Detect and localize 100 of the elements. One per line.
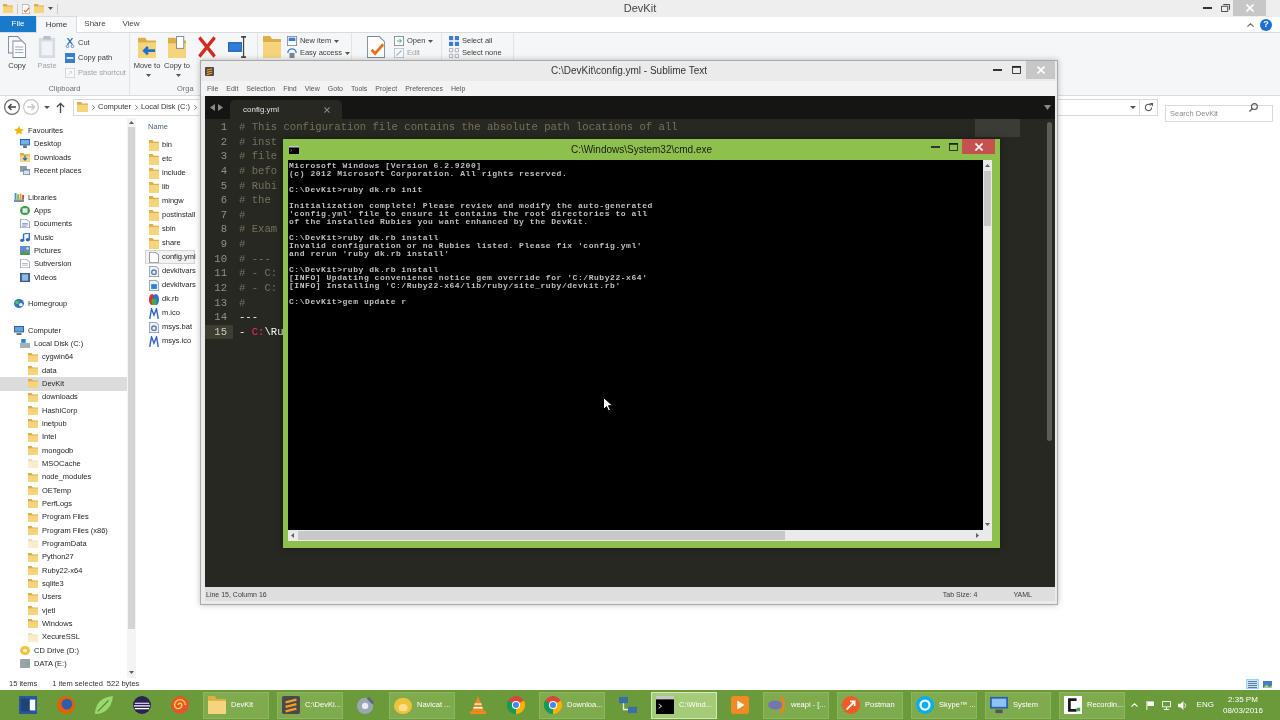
chevron-up-icon[interactable] — [1247, 22, 1254, 27]
code-line: # Exam — [239, 222, 278, 237]
oval-emblem-icon — [768, 696, 786, 714]
refresh-button[interactable] — [1140, 98, 1158, 116]
console-line: 'config.yml' file to ensure it contains the root directories to all — [289, 210, 648, 218]
minimize-icon[interactable] — [992, 69, 1002, 71]
delete-icon[interactable] — [198, 36, 216, 58]
up-arrow-icon[interactable] — [56, 101, 65, 113]
traffic-cone-icon — [469, 696, 487, 714]
spiral-icon — [171, 696, 189, 714]
caret-down-icon[interactable] — [44, 105, 50, 109]
scrollbar-thumb[interactable] — [298, 531, 785, 540]
close-icon[interactable] — [324, 106, 330, 113]
terminal-icon — [289, 145, 299, 154]
chevron-right-icon[interactable] — [194, 104, 198, 110]
scroll-right-icon[interactable] — [976, 533, 979, 538]
minimize-icon[interactable] — [930, 145, 940, 148]
clipboard-icon — [38, 36, 56, 58]
star-icon — [14, 126, 24, 136]
stripes-tile-icon — [282, 696, 300, 714]
scroll-up-icon[interactable] — [129, 121, 134, 124]
code-line: # — [239, 207, 246, 223]
maximize-icon[interactable] — [1012, 66, 1021, 74]
picture-icon — [20, 246, 30, 256]
rename-field-icon[interactable] — [228, 36, 246, 58]
triangle-down-icon[interactable] — [1044, 105, 1051, 110]
zigzag-logo-icon — [149, 307, 159, 319]
console-line: [INFO] Installing 'C:/Ruby22-x64/lib/ruby/site_ruby/devkit.rb' — [289, 282, 621, 290]
monitor-icon — [990, 696, 1008, 714]
view-button[interactable] — [1246, 679, 1259, 689]
ribbon-tab[interactable]: View — [113, 16, 149, 32]
caret-down-icon[interactable] — [48, 7, 53, 10]
code-line: # - C: — [239, 266, 278, 281]
scrollbar-thumb[interactable] — [128, 127, 135, 629]
folder-icon — [149, 139, 159, 151]
line-number: 7 — [219, 207, 228, 223]
folder-icon — [149, 195, 159, 207]
scroll-down-icon[interactable] — [129, 671, 134, 674]
drive-icon — [20, 659, 30, 669]
network-computers-icon — [619, 696, 637, 714]
folder-icon — [149, 237, 159, 249]
blob-icon — [394, 696, 412, 714]
line-number: 13 — [213, 295, 228, 311]
ribbon-tab[interactable]: Home — [36, 16, 77, 33]
line-number: 8 — [219, 222, 228, 237]
document-check-icon[interactable] — [22, 3, 30, 14]
open-document-icon — [394, 36, 404, 46]
document-icon — [20, 219, 30, 229]
ribbon-tab[interactable]: File — [0, 16, 36, 32]
flag-icon[interactable] — [1145, 700, 1154, 710]
chevron-right-icon[interactable] — [92, 104, 95, 110]
line-number: 1 — [219, 120, 228, 135]
computer-icon — [14, 326, 24, 336]
network-icon[interactable] — [1161, 700, 1171, 710]
scroll-down-icon[interactable] — [985, 523, 990, 526]
ribbon-tab[interactable]: Share — [77, 16, 113, 32]
close-button[interactable] — [962, 139, 995, 154]
maximize-icon[interactable] — [948, 142, 958, 151]
help-button[interactable]: ? — [1260, 18, 1272, 31]
close-icon — [1036, 66, 1045, 74]
search-icon[interactable] — [1249, 102, 1258, 112]
folder-icon — [149, 223, 159, 235]
window-title: DevKit — [623, 3, 657, 14]
line-number: 15 — [205, 324, 233, 340]
play-icon — [731, 696, 749, 714]
editor-tab[interactable]: config.yml — [230, 100, 342, 119]
scrollbar-thumb[interactable] — [1047, 122, 1052, 441]
console-line: (c) 2012 Microsoft Corporation. All rights reserved. — [289, 170, 568, 178]
window-title: C:\DevKit\config.yml - Sublime Text — [551, 66, 707, 76]
view-button[interactable] — [1261, 679, 1274, 689]
triangle-left-icon[interactable] — [210, 104, 215, 111]
line-number: 11 — [213, 266, 228, 281]
circles-icon — [14, 299, 24, 309]
speaker-icon[interactable] — [1177, 700, 1187, 710]
folder-icon — [149, 209, 159, 221]
document-check-icon[interactable] — [367, 36, 385, 58]
page-icon — [20, 259, 30, 269]
line-number: 2 — [219, 134, 228, 150]
chevron-right-icon[interactable] — [134, 104, 138, 110]
restore-icon[interactable] — [1221, 4, 1230, 12]
edit-document-icon — [394, 48, 404, 58]
scrollbar-thumb[interactable] — [984, 171, 991, 226]
scissors-icon — [65, 37, 75, 48]
minimize-icon[interactable] — [1202, 7, 1212, 9]
ring-document-icon — [149, 321, 159, 333]
disc-icon — [20, 645, 30, 655]
arrow-circle-icon — [842, 696, 860, 714]
console-line: C:\DevKit>gem update r — [289, 298, 407, 306]
code-line: # the — [239, 193, 271, 208]
scroll-up-icon[interactable] — [985, 164, 990, 167]
line-number: 10 — [213, 251, 228, 267]
shortcut-arrow-icon — [65, 67, 75, 78]
console-line: Initialization complete! Please review and modify the auto-generated — [289, 202, 653, 210]
scroll-left-icon[interactable] — [291, 533, 294, 538]
code-line: # - C: — [239, 280, 278, 296]
triangle-right-icon[interactable] — [218, 104, 223, 111]
stripes-tile-icon — [205, 66, 214, 76]
folder-icon — [208, 696, 226, 714]
mouse-pointer-icon — [603, 397, 613, 412]
wheel-icon — [544, 696, 562, 714]
